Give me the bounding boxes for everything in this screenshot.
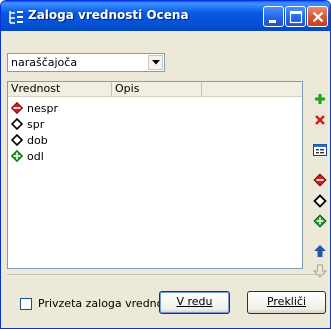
move-up-button[interactable] bbox=[312, 243, 328, 259]
close-icon bbox=[312, 11, 324, 23]
ok-button-label: V redu bbox=[176, 295, 213, 308]
values-list[interactable]: Vrednost Opis nespr spr dob odl bbox=[7, 81, 303, 269]
column-header-description[interactable]: Opis bbox=[112, 82, 202, 97]
minimize-icon bbox=[269, 20, 276, 23]
list-item[interactable]: odl bbox=[11, 148, 211, 164]
set-neutral-button[interactable] bbox=[312, 193, 328, 209]
diamond-green-icon bbox=[313, 214, 327, 228]
list-item[interactable]: spr bbox=[11, 116, 211, 132]
list-item-label: spr bbox=[27, 118, 45, 131]
set-positive-button[interactable] bbox=[312, 213, 328, 229]
separator bbox=[7, 274, 325, 275]
maximize-icon bbox=[289, 10, 303, 24]
delete-icon bbox=[315, 115, 325, 125]
move-down-icon bbox=[312, 264, 328, 278]
list-header: Vrednost Opis bbox=[8, 82, 302, 97]
list-item-label: nespr bbox=[27, 102, 58, 115]
sort-order-value: naraščajoča bbox=[11, 56, 78, 69]
set-negative-button[interactable] bbox=[312, 172, 328, 188]
add-icon bbox=[315, 94, 325, 104]
add-value-button[interactable] bbox=[312, 91, 328, 107]
move-down-button[interactable] bbox=[312, 263, 328, 279]
default-domain-label[interactable]: Privzeta zaloga vrednosti bbox=[38, 297, 176, 310]
diamond-outline-icon bbox=[313, 194, 327, 208]
diamond-red-icon bbox=[313, 173, 327, 187]
properties-button[interactable] bbox=[312, 142, 328, 158]
maximize-button[interactable] bbox=[285, 6, 306, 27]
default-domain-checkbox[interactable] bbox=[20, 298, 32, 310]
tree-structure-icon bbox=[9, 11, 23, 24]
close-button[interactable] bbox=[307, 6, 328, 27]
properties-icon bbox=[313, 144, 327, 156]
list-item-label: dob bbox=[27, 134, 48, 147]
diamond-red-icon bbox=[11, 102, 23, 114]
column-header-value[interactable]: Vrednost bbox=[8, 82, 112, 97]
chevron-down-icon bbox=[152, 60, 160, 65]
cancel-button-label: Prekliči bbox=[266, 295, 307, 308]
cancel-button[interactable]: Prekliči bbox=[247, 291, 326, 314]
minimize-button[interactable] bbox=[263, 6, 284, 27]
window-title: Zaloga vrednosti Ocena bbox=[28, 8, 189, 22]
list-item[interactable]: nespr bbox=[11, 100, 211, 116]
diamond-outline-icon bbox=[11, 134, 23, 146]
diamond-outline-icon bbox=[11, 118, 23, 130]
title-bar[interactable]: Zaloga vrednosti Ocena bbox=[1, 1, 330, 31]
ok-button[interactable]: V redu bbox=[159, 291, 230, 314]
dropdown-button[interactable] bbox=[148, 55, 163, 70]
list-item[interactable]: dob bbox=[11, 132, 211, 148]
dialog-window: Zaloga vrednosti Ocena naraščajoča Vredn… bbox=[0, 0, 331, 329]
diamond-green-icon bbox=[11, 150, 23, 162]
list-item-label: odl bbox=[27, 150, 44, 163]
sort-order-select[interactable]: naraščajoča bbox=[7, 53, 165, 72]
delete-value-button[interactable] bbox=[312, 112, 328, 128]
move-up-icon bbox=[314, 245, 326, 257]
